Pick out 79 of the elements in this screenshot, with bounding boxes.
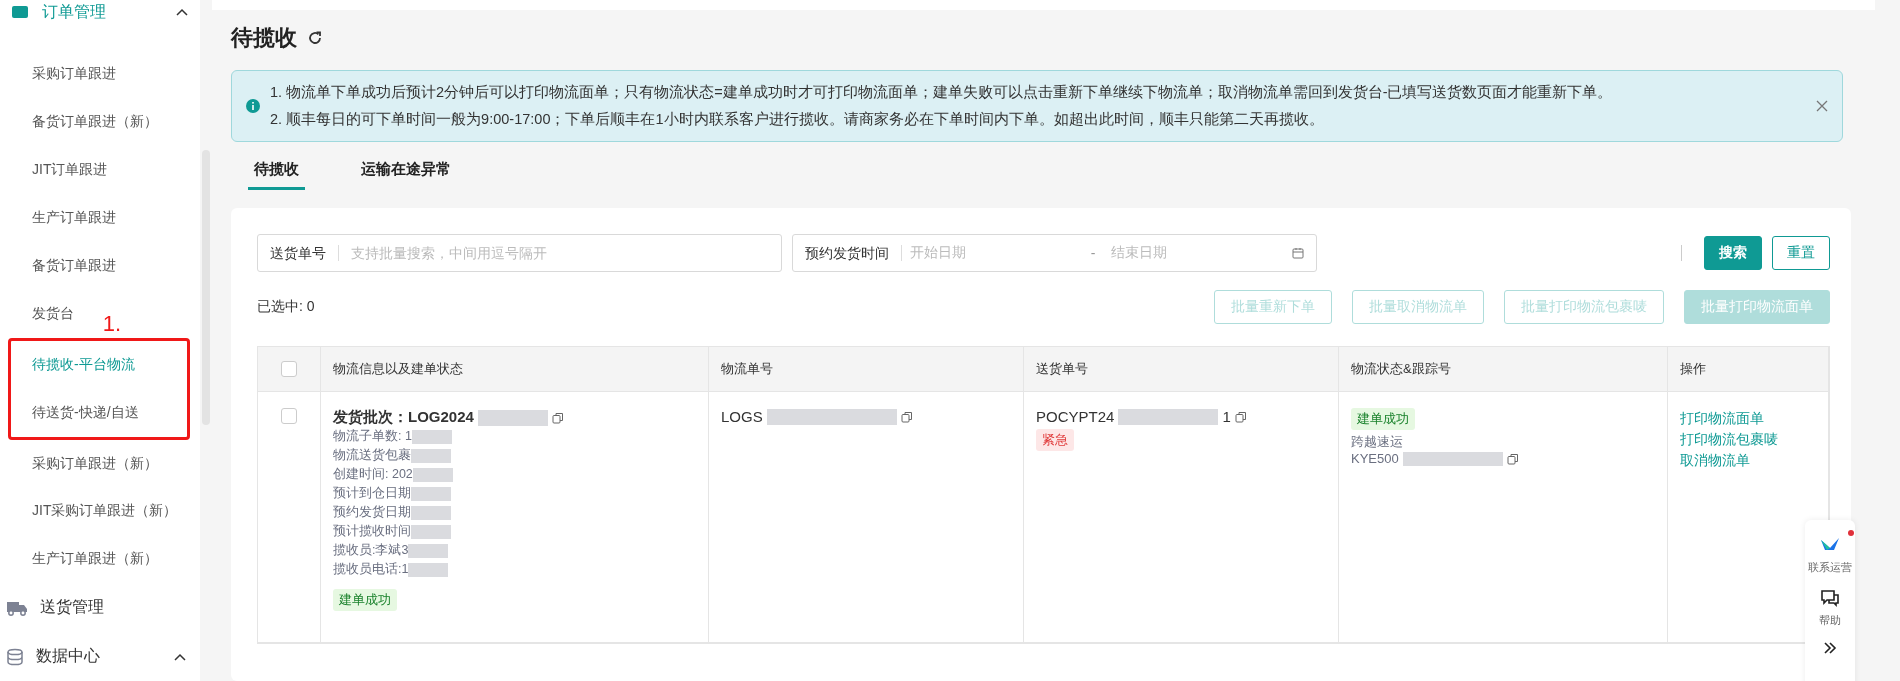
redaction-block	[411, 505, 451, 520]
action-link[interactable]: 取消物流单	[1680, 450, 1816, 471]
status-tag: 建单成功	[333, 589, 397, 611]
redaction-block	[411, 429, 452, 444]
info-text: 预计揽收时间	[333, 523, 411, 540]
copy-icon[interactable]	[1506, 452, 1519, 465]
contact-label[interactable]: 联系运营	[1808, 560, 1852, 575]
selected-count: 已选中: 0	[257, 298, 316, 316]
redaction-block	[408, 562, 449, 577]
info-text: 创建时间: 202	[333, 466, 413, 483]
select-all-checkbox[interactable]	[281, 361, 297, 377]
caret-icon[interactable]	[174, 652, 186, 661]
status-tag: 建单成功	[1351, 408, 1415, 430]
action-link[interactable]: 打印物流包裹唛	[1680, 429, 1816, 450]
redaction-block	[477, 409, 548, 426]
sidebar-item[interactable]: 待揽收-平台物流	[32, 340, 135, 389]
info-text: 揽收员电话:1	[333, 561, 409, 578]
folder-icon	[12, 6, 28, 18]
sidebar-item[interactable]: 生产订单跟进（新）	[32, 535, 158, 584]
sidebar-item[interactable]: 采购订单跟进	[32, 50, 116, 99]
delivery-number: POCYPT24	[1036, 408, 1115, 425]
carrier-name: 跨越速运	[1351, 434, 1404, 451]
refresh-icon[interactable]	[307, 30, 323, 46]
redaction-block	[411, 524, 451, 539]
annotation-label: 1.	[102, 310, 121, 337]
sidebar-item[interactable]: JIT订单跟进	[32, 146, 108, 194]
sidebar-item[interactable]: 发货台	[32, 289, 74, 338]
info-text: 揽收员:李斌3	[333, 542, 409, 559]
column-header: 物流信息以及建单状态	[321, 347, 709, 392]
redaction-block	[412, 467, 453, 482]
field-label: 预约发货时间	[793, 245, 902, 261]
row-checkbox[interactable]	[281, 408, 297, 424]
tab[interactable]: 运输在途异常	[355, 159, 457, 190]
date-range-field[interactable]: 预约发货时间 开始日期 - 结束日期	[792, 234, 1317, 272]
column-header: 物流状态&跟踪号	[1339, 347, 1668, 392]
tab[interactable]: 待揽收	[248, 159, 305, 190]
urgent-tag: 紧急	[1036, 429, 1074, 451]
database-icon	[6, 647, 24, 666]
truck-icon	[6, 599, 28, 616]
copy-icon[interactable]	[1234, 410, 1247, 423]
info-text: 物流送货包裹	[333, 447, 411, 464]
sidebar-item[interactable]: 待送货-快递/自送	[32, 388, 139, 437]
notice-text: 2. 顺丰每日的可下单时间一般为9:00-17:00；下单后顺丰在1小时内联系客户进行揽收。请商家务必在下单时间内下单。如超出此时间，顺丰只能第二天再揽收。	[270, 110, 1325, 129]
column-header: 送货单号	[1024, 347, 1339, 392]
collapse-button[interactable]	[1823, 642, 1837, 654]
notice-text: 1. 物流单下单成功后预计2分钟后可以打印物流面单；只有物流状态=建单成功时才可打印物流面单；建单失败可以点击重新下单继续下物流单；取消物流单需回到发货台-已填写送货数页面才能重新下单。	[270, 83, 1614, 102]
sidebar-group[interactable]: 数据中心	[36, 646, 162, 667]
copy-icon[interactable]	[551, 411, 564, 424]
info-text: 物流子单数: 1	[333, 428, 412, 445]
tracking-number: KYE500	[1351, 451, 1399, 466]
redaction-block	[408, 543, 449, 558]
sidebar-group[interactable]: 送货管理	[40, 597, 186, 619]
caret-icon[interactable]	[176, 8, 188, 16]
action-link[interactable]: 打印物流面单	[1680, 408, 1816, 429]
sidebar-item[interactable]: 生产订单跟进	[32, 193, 116, 242]
sidebar-item[interactable]: 备货订单跟进（新）	[32, 98, 158, 147]
range-separator: -	[1090, 245, 1097, 261]
batch-number: 发货批次：LOG2024	[333, 408, 474, 427]
chat-icon[interactable]	[1820, 589, 1840, 607]
help-label[interactable]: 帮助	[1819, 613, 1841, 628]
column-header: 操作	[1668, 347, 1829, 392]
calendar-icon[interactable]	[1292, 247, 1304, 259]
redaction-block	[411, 448, 451, 463]
redaction-block	[411, 486, 451, 501]
filter-field[interactable]: 送货单号 支持批量搜索，中间用逗号隔开	[257, 234, 782, 272]
page-title: 待揽收	[231, 24, 297, 52]
info-text: 预计到仓日期	[333, 485, 411, 502]
info-icon	[246, 99, 260, 113]
close-icon[interactable]	[1816, 100, 1828, 112]
sidebar-item[interactable]: 采购订单跟进（新）	[32, 439, 158, 488]
delivery-number-suffix: 1	[1222, 408, 1231, 425]
sidebar-item[interactable]: 备货订单跟进	[32, 241, 116, 290]
sidebar-group[interactable]: 订单管理	[42, 1, 162, 23]
logistics-number: LOGS	[721, 408, 763, 425]
reset-button[interactable]: 重置	[1772, 236, 1830, 270]
info-text: 预约发货日期	[333, 504, 411, 521]
copy-icon[interactable]	[900, 410, 913, 423]
column-header: 物流单号	[709, 347, 1024, 392]
sidebar-item[interactable]: JIT采购订单跟进（新）	[32, 487, 178, 536]
